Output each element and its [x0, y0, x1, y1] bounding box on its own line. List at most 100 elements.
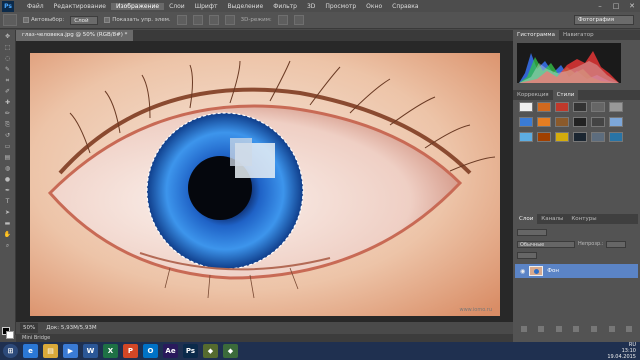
- document-tab[interactable]: глаз-человека.jpg @ 50% (RGB/8#) *: [16, 30, 134, 41]
- menu-item-5[interactable]: Выделение: [222, 3, 268, 10]
- taskbar-excel-icon[interactable]: X: [103, 344, 118, 358]
- path-select-tool-icon[interactable]: ➤: [3, 209, 13, 217]
- layer-kind-filter[interactable]: [517, 228, 547, 236]
- layer-style-icon[interactable]: [538, 326, 545, 332]
- quick-select-tool-icon[interactable]: ✎: [3, 66, 13, 74]
- shape-tool-icon[interactable]: ▬: [3, 220, 13, 228]
- align-top-icon[interactable]: [176, 15, 187, 25]
- menu-item-3[interactable]: Слои: [164, 3, 190, 10]
- new-group-icon[interactable]: [591, 326, 598, 332]
- lasso-tool-icon[interactable]: ◌: [3, 55, 13, 63]
- menu-item-8[interactable]: Просмотр: [320, 3, 361, 10]
- taskbar-explorer-icon[interactable]: ▤: [43, 344, 58, 358]
- style-swatch[interactable]: [519, 132, 533, 142]
- style-swatch[interactable]: [555, 102, 569, 112]
- tab-paths[interactable]: Контуры: [567, 214, 600, 224]
- pan-3d-icon[interactable]: [293, 15, 304, 25]
- new-layer-icon[interactable]: [608, 326, 615, 332]
- taskbar-app2-icon[interactable]: ◆: [223, 344, 238, 358]
- mini-bridge-tab[interactable]: Mini Bridge: [16, 334, 513, 342]
- maximize-icon[interactable]: □: [608, 2, 624, 10]
- taskbar-outlook-icon[interactable]: O: [143, 344, 158, 358]
- style-swatch[interactable]: [591, 132, 605, 142]
- taskbar-app1-icon[interactable]: ◆: [203, 344, 218, 358]
- background-color-swatch[interactable]: [6, 331, 14, 339]
- show-controls-checkbox[interactable]: Показать упр. элем.: [104, 17, 171, 23]
- start-button[interactable]: ⊞: [3, 344, 18, 358]
- add-mask-icon[interactable]: [555, 326, 562, 332]
- clock[interactable]: RU 13:10 19.04.2015: [607, 342, 636, 360]
- eraser-tool-icon[interactable]: ▭: [3, 143, 13, 151]
- rotate-3d-icon[interactable]: [277, 15, 288, 25]
- blend-mode-select[interactable]: Обычные: [517, 240, 575, 248]
- delete-layer-icon[interactable]: [626, 326, 633, 332]
- style-swatch[interactable]: [519, 102, 533, 112]
- style-swatch[interactable]: [591, 102, 605, 112]
- distribute-icon[interactable]: [224, 15, 235, 25]
- menu-item-10[interactable]: Справка: [387, 3, 423, 10]
- autoselect-checkbox[interactable]: Автовыбор:: [23, 17, 64, 23]
- taskbar-word-icon[interactable]: W: [83, 344, 98, 358]
- zoom-level[interactable]: 50%: [20, 323, 39, 333]
- canvas-area[interactable]: www.iomo.ru: [16, 41, 513, 322]
- style-swatch[interactable]: [591, 117, 605, 127]
- minimize-icon[interactable]: –: [592, 2, 608, 10]
- eyedropper-tool-icon[interactable]: ✐: [3, 88, 13, 96]
- gradient-tool-icon[interactable]: ▤: [3, 154, 13, 162]
- adjustment-layer-icon[interactable]: [573, 326, 580, 332]
- tab-layers[interactable]: Слои: [515, 214, 538, 224]
- style-swatch[interactable]: [573, 117, 587, 127]
- menu-item-1[interactable]: Редактирование: [49, 3, 111, 10]
- history-brush-tool-icon[interactable]: ↺: [3, 132, 13, 140]
- style-swatch[interactable]: [609, 132, 623, 142]
- taskbar-aftereffects-icon[interactable]: Ae: [163, 344, 178, 358]
- style-swatch[interactable]: [537, 117, 551, 127]
- taskbar-ie-icon[interactable]: e: [23, 344, 38, 358]
- tab-navigator[interactable]: Навигатор: [559, 30, 598, 40]
- menu-item-9[interactable]: Окно: [361, 3, 387, 10]
- marquee-tool-icon[interactable]: ⬚: [3, 44, 13, 52]
- opacity-input[interactable]: [606, 240, 627, 248]
- close-icon[interactable]: ✕: [624, 2, 640, 10]
- healing-tool-icon[interactable]: ✚: [3, 99, 13, 107]
- zoom-tool-icon[interactable]: ⌕: [3, 242, 13, 250]
- menu-item-7[interactable]: 3D: [302, 3, 320, 10]
- link-layers-icon[interactable]: [520, 326, 527, 332]
- style-swatch[interactable]: [573, 132, 587, 142]
- align-middle-icon[interactable]: [192, 15, 203, 25]
- fill-input[interactable]: [517, 251, 537, 259]
- brush-tool-icon[interactable]: ✏: [3, 110, 13, 118]
- taskbar-powerpoint-icon[interactable]: P: [123, 344, 138, 358]
- taskbar-media-icon[interactable]: ▶: [63, 344, 78, 358]
- taskbar-photoshop-icon[interactable]: Ps: [183, 344, 198, 358]
- dodge-tool-icon[interactable]: ●: [3, 176, 13, 184]
- style-swatch[interactable]: [519, 117, 533, 127]
- style-swatch[interactable]: [609, 117, 623, 127]
- clone-tool-icon[interactable]: ⎘: [3, 121, 13, 129]
- tab-channels[interactable]: Каналы: [537, 214, 567, 224]
- menu-item-6[interactable]: Фильтр: [268, 3, 302, 10]
- style-swatch[interactable]: [555, 132, 569, 142]
- style-swatch[interactable]: [573, 102, 587, 112]
- style-swatch[interactable]: [609, 102, 623, 112]
- layer-row[interactable]: ◉ Фон: [515, 264, 638, 278]
- style-swatch[interactable]: [555, 117, 569, 127]
- blur-tool-icon[interactable]: ◍: [3, 165, 13, 173]
- move-tool-icon[interactable]: ✥: [3, 33, 13, 41]
- style-swatch[interactable]: [537, 132, 551, 142]
- workspace-select[interactable]: Фотография: [574, 15, 634, 25]
- hand-tool-icon[interactable]: ✋: [3, 231, 13, 239]
- menu-item-0[interactable]: Файл: [22, 3, 49, 10]
- crop-tool-icon[interactable]: ⌗: [3, 77, 13, 85]
- doc-size[interactable]: Док: 5,93M/5,93M: [46, 325, 96, 331]
- align-bottom-icon[interactable]: [208, 15, 219, 25]
- style-swatch[interactable]: [537, 102, 551, 112]
- visibility-eye-icon[interactable]: ◉: [520, 268, 525, 275]
- pen-tool-icon[interactable]: ✒: [3, 187, 13, 195]
- type-tool-icon[interactable]: T: [3, 198, 13, 206]
- autoselect-select[interactable]: Слой: [70, 15, 99, 25]
- menu-item-4[interactable]: Шрифт: [190, 3, 223, 10]
- menu-item-2[interactable]: Изображение: [110, 2, 165, 10]
- tab-histogram[interactable]: Гистограмма: [513, 30, 559, 40]
- move-tool-preset-icon[interactable]: [3, 14, 17, 26]
